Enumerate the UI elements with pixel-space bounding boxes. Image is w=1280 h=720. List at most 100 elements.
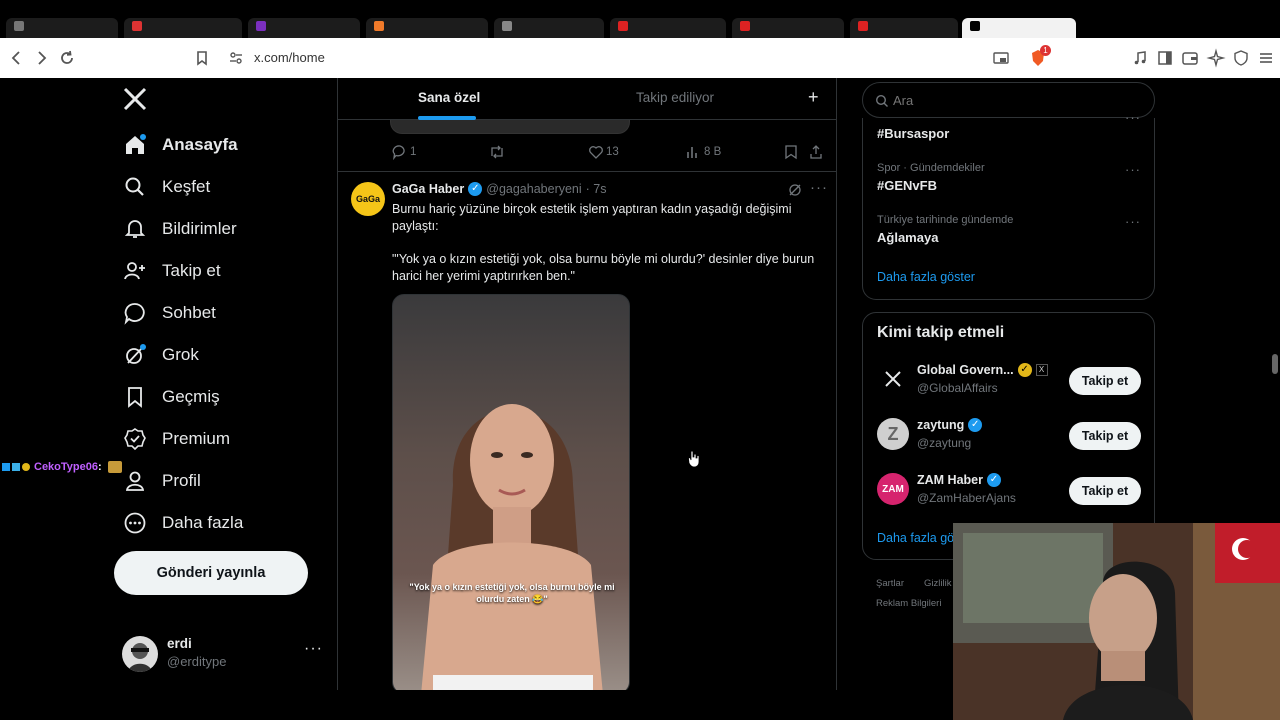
trend-more-icon[interactable]: ··· bbox=[1125, 162, 1141, 177]
browser-tab[interactable] bbox=[494, 18, 604, 38]
vpn-icon[interactable] bbox=[1231, 48, 1251, 68]
previous-tweet-media[interactable] bbox=[390, 118, 630, 134]
trend-context: Türkiye tarihinde gündemde bbox=[877, 214, 1014, 226]
share-icon[interactable] bbox=[808, 144, 824, 165]
tab-following[interactable]: Takip ediliyor bbox=[636, 90, 714, 105]
webcam-illustration bbox=[953, 523, 1280, 720]
trend-name[interactable]: Ağlamaya bbox=[877, 230, 938, 245]
previous-tweet-actions: 1 13 8 B bbox=[338, 140, 836, 172]
video-caption: "Yok ya o kızın estetiği yok, olsa burnu… bbox=[409, 582, 615, 604]
account-handle: @erditype bbox=[167, 654, 227, 669]
follow-handle: @ZamHaberAjans bbox=[917, 491, 1016, 505]
who-to-follow-title: Kimi takip etmeli bbox=[877, 324, 1005, 341]
trend-more-icon[interactable]: ··· bbox=[1125, 110, 1141, 125]
post-button[interactable]: Gönderi yayınla bbox=[114, 551, 308, 595]
trend-more-icon[interactable]: ··· bbox=[1125, 214, 1141, 229]
sidebar-item-label: Takip et bbox=[162, 261, 221, 280]
browser-tab[interactable] bbox=[732, 18, 844, 38]
wallet-icon[interactable] bbox=[1180, 48, 1200, 68]
trends-show-more-link[interactable]: Daha fazla göster bbox=[877, 270, 975, 284]
sidebar-item-label: Anasayfa bbox=[162, 135, 238, 154]
browser-tab[interactable] bbox=[124, 18, 242, 38]
bookmark-icon[interactable] bbox=[784, 144, 798, 165]
trend-name[interactable]: #GENvFB bbox=[877, 178, 937, 193]
account-switcher[interactable]: erdi @erditype ··· bbox=[122, 634, 322, 674]
follow-name[interactable]: Global Govern... bbox=[917, 363, 1014, 377]
search-icon bbox=[875, 94, 889, 113]
music-icon[interactable] bbox=[1130, 48, 1150, 68]
active-tab-indicator bbox=[418, 116, 476, 120]
follow-avatar-zaytung[interactable]: Z bbox=[877, 418, 909, 450]
reply-icon[interactable] bbox=[392, 144, 408, 165]
cast-icon[interactable] bbox=[991, 48, 1011, 68]
stream-chat-message: CekoType06 : bbox=[2, 459, 122, 475]
tab-for-you[interactable]: Sana özel bbox=[418, 90, 480, 105]
follow-button[interactable]: Takip et bbox=[1069, 477, 1141, 505]
bookmark-icon bbox=[122, 384, 148, 410]
sidebar-item-grok[interactable]: Grok bbox=[122, 337, 199, 373]
browser-tab[interactable] bbox=[366, 18, 488, 38]
leo-ai-icon[interactable] bbox=[1206, 48, 1226, 68]
tweet-more-icon[interactable]: ··· bbox=[810, 179, 828, 196]
tweet-author[interactable]: GaGa Haber bbox=[392, 182, 464, 196]
browser-tab-active[interactable] bbox=[962, 18, 1076, 38]
avatar bbox=[122, 636, 158, 672]
follow-button[interactable]: Takip et bbox=[1069, 367, 1141, 395]
sidebar-item-label: Bildirimler bbox=[162, 219, 237, 238]
mouse-cursor-icon bbox=[688, 450, 700, 473]
footer-link[interactable]: Reklam Bilgileri bbox=[876, 598, 941, 609]
bookmark-page-icon[interactable] bbox=[192, 48, 212, 68]
trend-name[interactable]: #Bursaspor bbox=[877, 126, 949, 141]
feed-tabs: Sana özel Takip ediliyor + bbox=[338, 78, 836, 120]
tweet-avatar[interactable]: GaGa bbox=[351, 182, 385, 216]
follow-name[interactable]: zaytung bbox=[917, 418, 964, 432]
sidebar-item-chat[interactable]: Sohbet bbox=[122, 295, 216, 331]
tweet-time[interactable]: · 7s bbox=[586, 182, 607, 196]
x-logo-icon[interactable] bbox=[122, 86, 148, 112]
footer-link[interactable]: Şartlar bbox=[876, 578, 904, 589]
footer-link[interactable]: Gizlilik bbox=[924, 578, 951, 589]
browser-tab[interactable] bbox=[248, 18, 360, 38]
sidebar-item-profile[interactable]: Profil bbox=[122, 463, 201, 499]
grok-explain-icon[interactable] bbox=[788, 183, 802, 202]
chat-badge-icon bbox=[12, 463, 20, 471]
like-icon[interactable] bbox=[588, 144, 604, 165]
sidebar-item-bookmarks[interactable]: Geçmiş bbox=[122, 379, 220, 415]
sidebar-item-notifications[interactable]: Bildirimler bbox=[122, 211, 237, 247]
sidebar-toggle-icon[interactable] bbox=[1155, 48, 1175, 68]
sidebar-item-explore[interactable]: Keşfet bbox=[122, 169, 210, 205]
address-bar[interactable]: x.com/home bbox=[254, 50, 325, 65]
forward-icon[interactable] bbox=[31, 48, 51, 68]
verified-badge-icon: ✓ bbox=[468, 182, 483, 196]
back-icon[interactable] bbox=[7, 48, 27, 68]
add-tab-icon[interactable]: + bbox=[808, 87, 819, 108]
sidebar-item-follow[interactable]: Takip et bbox=[122, 253, 221, 289]
follow-button[interactable]: Takip et bbox=[1069, 422, 1141, 450]
sidebar-item-more[interactable]: Daha fazla bbox=[122, 505, 243, 541]
follow-name[interactable]: ZAM Haber bbox=[917, 473, 983, 487]
views-icon[interactable] bbox=[686, 144, 700, 165]
site-settings-icon[interactable] bbox=[226, 48, 246, 68]
sidebar-item-home[interactable]: Anasayfa bbox=[122, 127, 238, 163]
add-user-icon bbox=[122, 258, 148, 284]
tweet[interactable]: GaGa GaGa Haber ✓ @gagahaberyeni · 7s ··… bbox=[338, 173, 836, 690]
browser-tab[interactable] bbox=[850, 18, 958, 38]
follow-avatar-zam[interactable]: ZAM bbox=[877, 473, 909, 505]
like-count: 13 bbox=[606, 146, 619, 158]
scrollbar-thumb[interactable] bbox=[1272, 354, 1278, 374]
tweet-video[interactable]: "Yok ya o kızın estetiği yok, olsa burnu… bbox=[392, 294, 630, 690]
search-box[interactable] bbox=[862, 82, 1155, 118]
shield-icon[interactable]: 1 bbox=[1028, 45, 1051, 68]
menu-icon[interactable] bbox=[1256, 48, 1276, 68]
sidebar-item-premium[interactable]: Premium bbox=[122, 421, 230, 457]
reload-icon[interactable] bbox=[57, 48, 77, 68]
browser-tab[interactable] bbox=[6, 18, 118, 38]
browser-tab[interactable] bbox=[610, 18, 726, 38]
search-input[interactable] bbox=[891, 90, 1141, 110]
follow-avatar-x[interactable] bbox=[877, 363, 909, 395]
tweet-handle[interactable]: @gagahaberyeni bbox=[486, 182, 581, 196]
retweet-icon[interactable] bbox=[488, 144, 506, 165]
chat-username: CekoType06 bbox=[34, 461, 98, 473]
verified-badge-icon: ✓ bbox=[986, 473, 1001, 487]
chat-badge-icon bbox=[2, 463, 10, 471]
